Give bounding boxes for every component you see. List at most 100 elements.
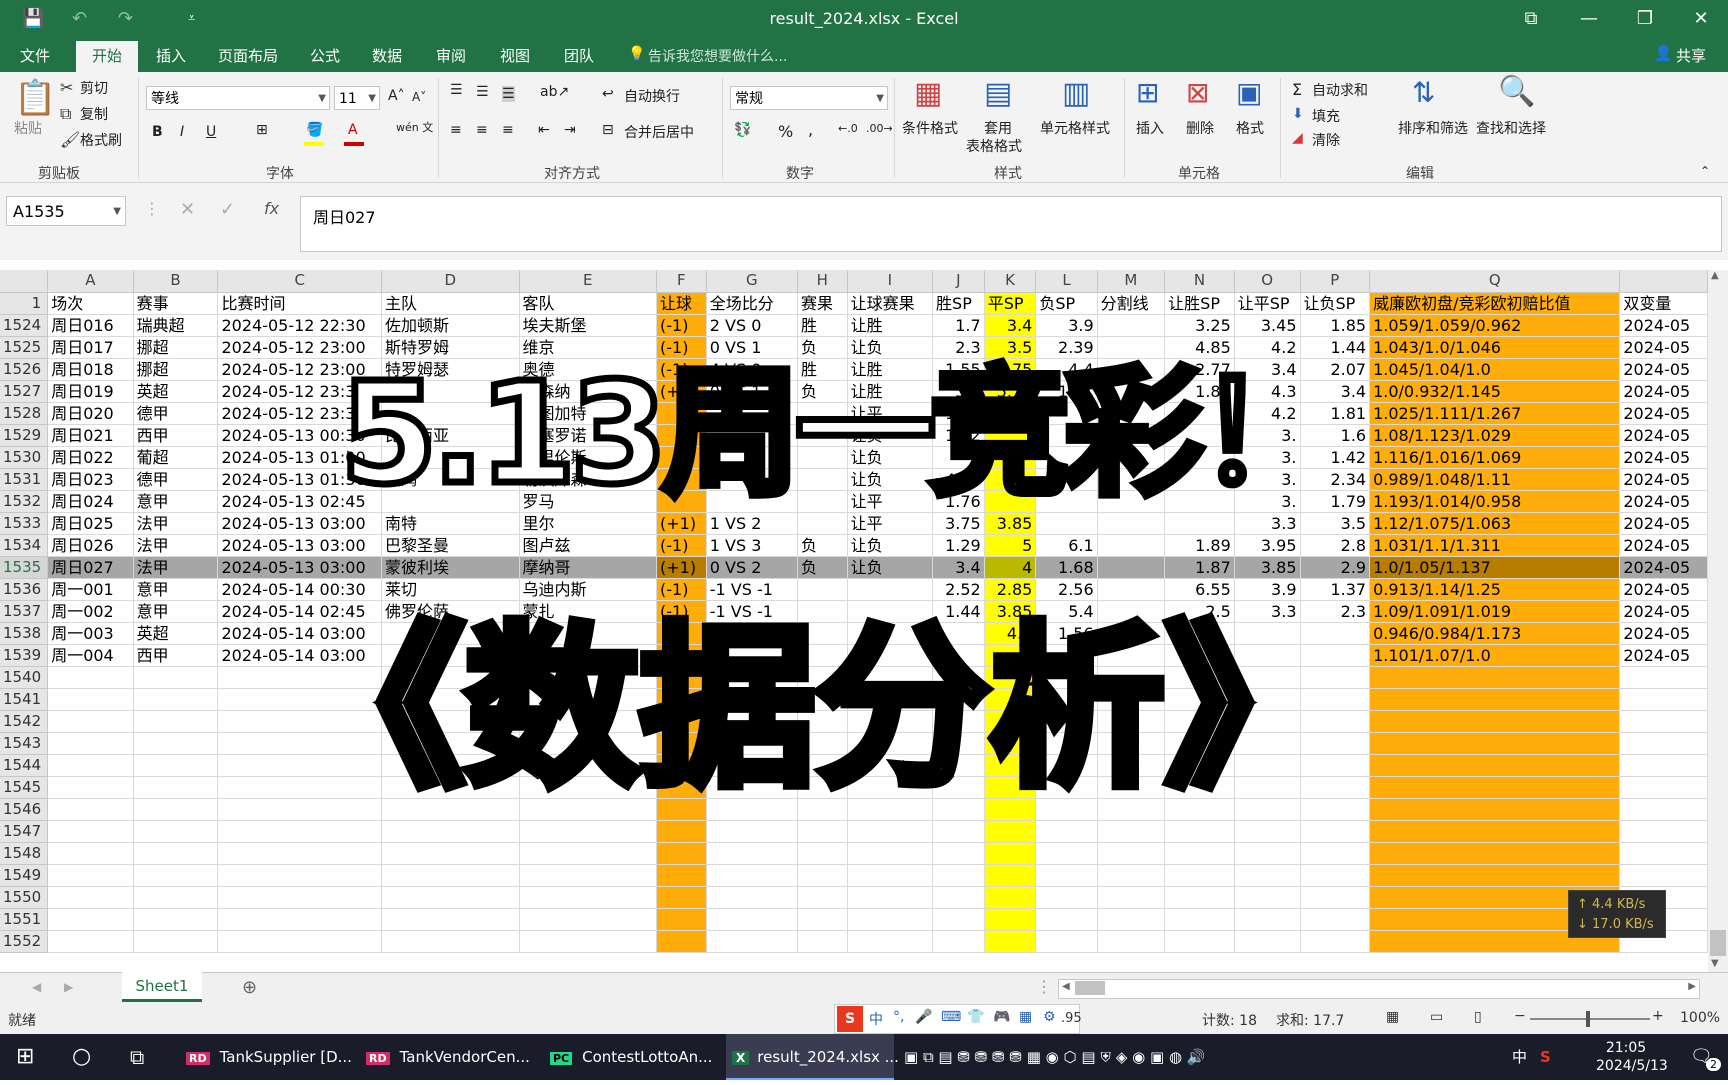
cell[interactable]: 挪超 <box>133 336 219 359</box>
cell[interactable]: 周日027 <box>47 556 134 579</box>
cell[interactable]: 周日016 <box>47 314 134 337</box>
cell[interactable] <box>1300 930 1371 953</box>
accounting-icon[interactable]: 💱 <box>734 122 751 138</box>
cell[interactable] <box>1619 688 1708 711</box>
sort-filter-icon[interactable]: ⇅ <box>1412 76 1435 109</box>
cell[interactable] <box>381 908 520 931</box>
cell[interactable] <box>1234 908 1301 931</box>
insert-function-icon[interactable]: fx <box>264 199 279 218</box>
cell[interactable]: 1.116/1.016/1.069 <box>1369 446 1621 469</box>
cell[interactable] <box>217 842 382 865</box>
orientation-icon[interactable]: ab↗ <box>540 84 569 100</box>
cell[interactable]: 3.25 <box>1164 314 1235 337</box>
cell[interactable]: 6.1 <box>1035 534 1098 557</box>
cell[interactable] <box>519 930 657 953</box>
cell[interactable]: 周日020 <box>47 402 134 425</box>
cell[interactable]: 周日023 <box>47 468 134 491</box>
row-header[interactable]: 1538 <box>0 622 49 645</box>
cell-styles-button[interactable]: 单元格样式 <box>1040 118 1110 138</box>
cell[interactable] <box>133 688 219 711</box>
cell[interactable] <box>797 930 848 953</box>
taskbar-item-tanksupplier[interactable]: RD TankSupplier [D... <box>180 1034 352 1080</box>
column-header[interactable]: O <box>1234 270 1301 293</box>
cell[interactable] <box>706 908 798 931</box>
cell[interactable] <box>1369 710 1621 733</box>
copy-button[interactable]: 复制 <box>80 104 108 124</box>
cell[interactable] <box>47 820 134 843</box>
cell[interactable]: 法甲 <box>133 556 219 579</box>
cell[interactable] <box>1097 908 1166 931</box>
page-break-view-icon[interactable]: ▯ <box>1474 1009 1482 1025</box>
row-header[interactable]: 1551 <box>0 908 49 931</box>
ime-mode-chinese[interactable]: 中 <box>869 1009 883 1029</box>
cell[interactable]: 2 VS 0 <box>706 314 798 337</box>
sogou-ime-icon[interactable]: S <box>837 1006 863 1032</box>
column-header[interactable]: M <box>1097 270 1166 293</box>
cell[interactable]: 意甲 <box>133 600 219 623</box>
cell[interactable] <box>381 864 520 887</box>
cell[interactable] <box>47 798 134 821</box>
cell[interactable]: 蒙彼利埃 <box>381 556 520 579</box>
collapse-ribbon-icon[interactable]: ⌃ <box>1700 164 1710 178</box>
keyboard-icon[interactable]: ⌨ <box>941 1009 961 1025</box>
cell[interactable]: 3.4 <box>932 556 985 579</box>
cell[interactable] <box>217 820 382 843</box>
cell[interactable] <box>1164 864 1235 887</box>
cell[interactable]: 1.025/1.111/1.267 <box>1369 402 1621 425</box>
decrease-decimal-icon[interactable]: .00→ <box>866 122 893 135</box>
zoom-out-icon[interactable]: − <box>1514 1008 1526 1024</box>
cell[interactable]: 负SP <box>1035 292 1098 315</box>
cell[interactable] <box>1369 820 1621 843</box>
cell[interactable] <box>1234 886 1301 909</box>
row-header[interactable]: 1526 <box>0 358 49 381</box>
prev-sheet-icon[interactable]: ◀ <box>32 980 41 994</box>
cell[interactable]: 2024-05 <box>1619 446 1708 469</box>
scroll-right-icon[interactable]: ▶ <box>1688 981 1696 992</box>
cell[interactable]: 胜 <box>797 314 848 337</box>
cell[interactable]: 2024-05 <box>1619 512 1708 535</box>
cell[interactable] <box>1097 314 1166 337</box>
cell[interactable] <box>47 930 134 953</box>
format-painter-button[interactable]: 格式刷 <box>80 130 122 150</box>
cell[interactable] <box>1234 864 1301 887</box>
ribbon-display-icon[interactable]: ⧉ <box>1508 4 1554 34</box>
cell[interactable]: 法甲 <box>133 534 219 557</box>
cell[interactable]: 2024-05 <box>1619 556 1708 579</box>
cell[interactable]: 西甲 <box>133 644 219 667</box>
cell[interactable]: 2024-05 <box>1619 358 1708 381</box>
cell[interactable]: 全场比分 <box>706 292 798 315</box>
table-row[interactable]: 1551 <box>0 908 1708 931</box>
gamepad-icon[interactable]: 🎮 <box>993 1009 1010 1025</box>
page-layout-view-icon[interactable]: ▭ <box>1430 1009 1443 1025</box>
increase-indent-icon[interactable]: ⇥ <box>564 122 576 138</box>
scrollbar-thumb[interactable] <box>1710 930 1726 956</box>
column-header[interactable]: C <box>217 270 382 293</box>
cell[interactable]: 2.85 <box>984 578 1037 601</box>
cell[interactable]: 2024-05 <box>1619 336 1708 359</box>
cell[interactable] <box>47 886 134 909</box>
zoom-slider-handle[interactable] <box>1586 1011 1590 1027</box>
align-bottom-icon[interactable]: ☰ <box>502 86 515 102</box>
cell[interactable] <box>1619 666 1708 689</box>
tab-team[interactable]: 团队 <box>564 45 594 66</box>
cell[interactable] <box>656 886 707 909</box>
cell[interactable]: 2024-05 <box>1619 534 1708 557</box>
format-table-button-l2[interactable]: 表格格式 <box>966 136 1022 156</box>
cell[interactable] <box>1097 534 1166 557</box>
cell[interactable] <box>1300 908 1371 931</box>
cell[interactable] <box>706 930 798 953</box>
clock[interactable]: 21:05 2024/5/13 <box>1596 1034 1668 1085</box>
cell[interactable] <box>1619 732 1708 755</box>
header-row[interactable]: 1 场次 赛事 比赛时间 主队 客队 让球 全场比分 赛果 让球赛果 胜SP 平SP 负SP 分割线 让胜S… <box>0 292 1708 315</box>
cell[interactable] <box>656 842 707 865</box>
cell[interactable]: 2.52 <box>932 578 985 601</box>
cell[interactable] <box>47 666 134 689</box>
font-size-combo[interactable]: 11 ▼ <box>334 86 380 110</box>
cell[interactable]: 1.045/1.04/1.0 <box>1369 358 1621 381</box>
cell[interactable]: 瑞典超 <box>133 314 219 337</box>
cell[interactable]: 3.4 <box>984 314 1037 337</box>
cell[interactable] <box>932 842 985 865</box>
increase-font-icon[interactable]: A˄ <box>388 88 405 104</box>
cell[interactable]: 4 <box>984 556 1037 579</box>
column-header[interactable]: A <box>47 270 134 293</box>
